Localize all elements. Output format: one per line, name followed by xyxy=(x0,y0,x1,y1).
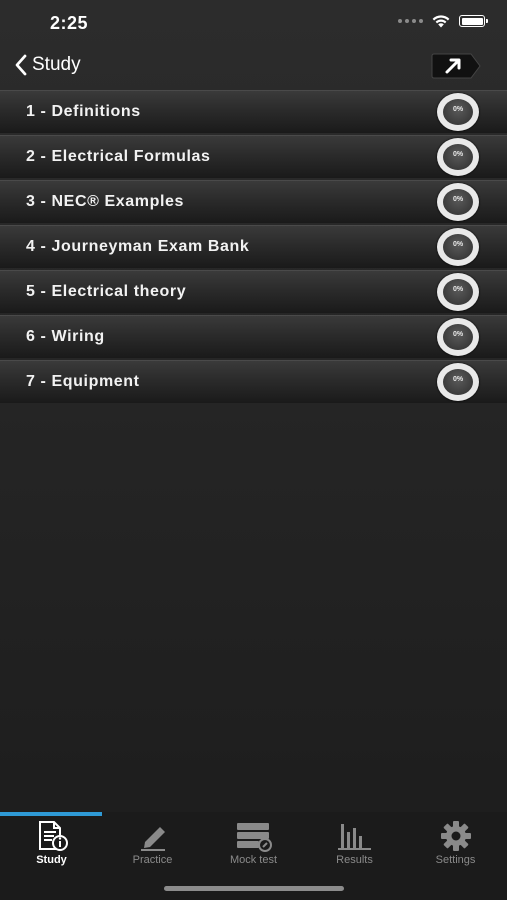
wifi-icon xyxy=(432,15,450,28)
tab-label: Results xyxy=(336,854,373,866)
topic-row[interactable]: 1 - Definitions 0% xyxy=(0,90,507,133)
progress-ring: 0% xyxy=(435,318,481,356)
mock-test-icon xyxy=(236,823,272,852)
share-button[interactable] xyxy=(431,53,481,79)
topic-label: 4 - Journeyman Exam Bank xyxy=(26,238,250,255)
tab-results[interactable]: Results xyxy=(304,820,405,870)
progress-percent: 0% xyxy=(452,196,464,203)
topic-label: 3 - NEC® Examples xyxy=(26,193,185,210)
topic-row[interactable]: 4 - Journeyman Exam Bank 0% xyxy=(0,225,507,268)
progress-ring: 0% xyxy=(435,273,481,311)
progress-percent: 0% xyxy=(452,286,464,293)
gear-icon xyxy=(440,821,471,851)
progress-percent: 0% xyxy=(452,106,464,113)
battery-icon xyxy=(459,15,488,27)
tab-practice[interactable]: Practice xyxy=(102,820,203,870)
progress-percent: 0% xyxy=(452,241,464,248)
status-time: 2:25 xyxy=(50,13,89,33)
topic-row[interactable]: 6 - Wiring 0% xyxy=(0,315,507,358)
progress-ring: 0% xyxy=(435,183,481,221)
topic-label: 2 - Electrical Formulas xyxy=(26,148,211,165)
progress-percent: 0% xyxy=(452,376,464,383)
tab-label: Practice xyxy=(132,854,173,866)
tab-label: Mock test xyxy=(229,854,278,866)
home-indicator[interactable] xyxy=(164,886,344,891)
progress-ring: 0% xyxy=(435,138,481,176)
tab-settings[interactable]: Settings xyxy=(405,820,506,870)
progress-ring: 0% xyxy=(435,363,481,401)
topic-label: 1 - Definitions xyxy=(26,103,141,120)
topic-list: 1 - Definitions 0% 2 - Electrical Formul… xyxy=(0,90,507,405)
bar-chart-icon xyxy=(337,824,371,850)
status-icons xyxy=(398,14,488,28)
active-tab-indicator xyxy=(0,812,102,816)
topic-label: 5 - Electrical theory xyxy=(26,283,187,300)
progress-ring: 0% xyxy=(435,228,481,266)
status-bar: 2:25 xyxy=(0,0,507,46)
progress-percent: 0% xyxy=(452,151,464,158)
topic-label: 6 - Wiring xyxy=(26,328,105,345)
chevron-left-icon xyxy=(15,54,27,76)
signal-icon xyxy=(398,19,423,23)
topic-label: 7 - Equipment xyxy=(26,373,140,390)
study-document-icon xyxy=(38,821,68,851)
topic-row[interactable]: 2 - Electrical Formulas 0% xyxy=(0,135,507,178)
tab-label: Settings xyxy=(435,854,476,866)
back-button[interactable]: Study xyxy=(14,54,81,76)
tab-label: Study xyxy=(36,854,67,866)
pencil-icon xyxy=(140,827,165,851)
tab-study[interactable]: Study xyxy=(1,820,102,870)
progress-percent: 0% xyxy=(452,331,464,338)
progress-ring: 0% xyxy=(435,93,481,131)
topic-row[interactable]: 5 - Electrical theory 0% xyxy=(0,270,507,313)
nav-bar: Study xyxy=(0,46,507,90)
tab-mock-test[interactable]: Mock test xyxy=(203,820,304,870)
back-label: Study xyxy=(32,54,81,75)
topic-row[interactable]: 7 - Equipment 0% xyxy=(0,360,507,403)
topic-row[interactable]: 3 - NEC® Examples 0% xyxy=(0,180,507,223)
